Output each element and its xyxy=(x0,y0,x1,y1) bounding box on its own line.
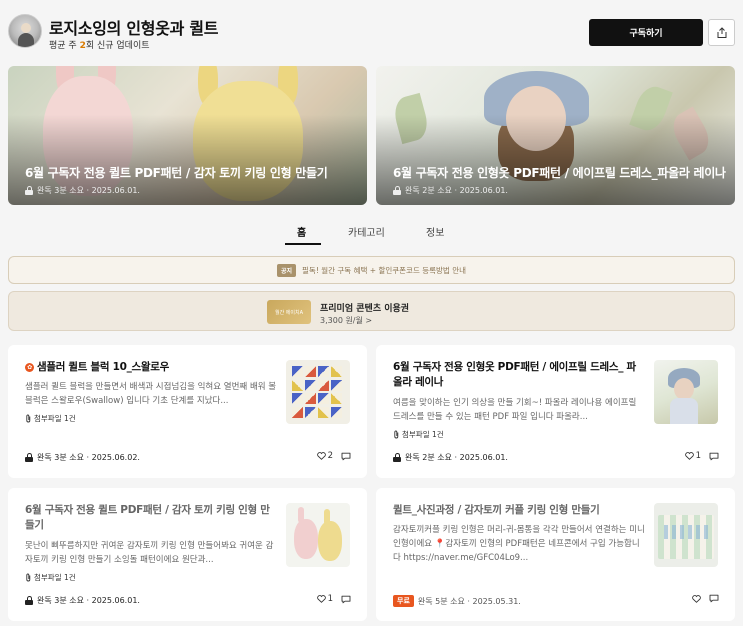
post-meta: 완독 3분 소요 · 2025.06.02. xyxy=(25,452,140,463)
share-button[interactable] xyxy=(708,19,735,46)
sampler-badge-icon: ✿ xyxy=(25,363,34,372)
banner-title: 6월 구독자 전용 인형옷 PDF패턴 / 에이프릴 드레스_파올라 레이나 xyxy=(393,166,726,180)
post-title: 6월 구독자 전용 인형옷 PDF패턴 / 에이프릴 드레스_ 파올라 레이나 xyxy=(393,361,636,388)
like-button[interactable]: 2 xyxy=(316,451,333,461)
like-count: 1 xyxy=(327,594,333,604)
post-card[interactable]: 6월 구독자 전용 인형옷 PDF패턴 / 에이프릴 드레스_ 파올라 레이나 … xyxy=(376,345,735,478)
lock-icon xyxy=(393,453,401,462)
post-card[interactable]: 6월 구독자 전용 퀼트 PDF패턴 / 감자 토끼 키링 인형 만들기 못난이… xyxy=(8,488,367,621)
notice-badge: 공지 xyxy=(276,263,297,277)
post-actions: 1 xyxy=(684,451,719,461)
banner-title: 6월 구독자 전용 퀼트 PDF패턴 / 감자 토끼 키링 인형 만들기 xyxy=(25,166,328,180)
post-actions xyxy=(692,594,719,603)
channel-title[interactable]: 로지소잉의 인형옷과 퀼트 xyxy=(49,15,218,39)
premium-pass[interactable]: 월간 에이치A 프리미엄 콘텐츠 이용권 3,300 원/월 > xyxy=(8,291,735,331)
post-title: 6월 구독자 전용 퀼트 PDF패턴 / 감자 토끼 키링 인형 만들기 xyxy=(25,504,270,531)
lock-icon xyxy=(25,453,33,462)
paperclip-icon xyxy=(25,573,32,582)
tab-info[interactable]: 정보 xyxy=(426,224,444,239)
heart-icon xyxy=(684,452,694,460)
post-title: ✿ 샘플러 퀼트 블럭 10_스왈로우 xyxy=(25,360,270,375)
heart-icon xyxy=(316,452,326,460)
active-tab-indicator xyxy=(285,243,321,245)
post-actions: 1 xyxy=(316,594,351,604)
like-count: 1 xyxy=(695,451,701,461)
post-meta: 완독 3분 소요 · 2025.06.01. xyxy=(25,595,140,606)
post-excerpt: 여름을 맞이하는 인기 의상을 만들 기회~! 파올라 레이나용 에이프릴 드레… xyxy=(393,398,637,422)
post-excerpt: 샘플러 퀼트 블럭을 만들면서 배색과 시접넘김을 익혀요 열번째 배워 볼 블… xyxy=(25,382,277,406)
post-meta: 무료 완독 5분 소요 · 2025.05.31. xyxy=(393,595,521,607)
update-prefix: 평균 주 xyxy=(49,41,80,51)
banner-meta: 완독 2분 소요 · 2025.06.01. xyxy=(393,185,508,196)
heart-icon[interactable] xyxy=(692,594,701,603)
lock-icon xyxy=(25,186,33,195)
update-suffix: 회 신규 업데이트 xyxy=(85,41,150,51)
bunny-couple-thumbnail xyxy=(654,503,718,567)
post-actions: 2 xyxy=(316,451,351,461)
quilt-block-thumbnail xyxy=(286,360,350,424)
post-card[interactable]: ✿ 샘플러 퀼트 블럭 10_스왈로우 샘플러 퀼트 블럭을 만들면서 배색과 시… xyxy=(8,345,367,478)
banner-meta: 완독 3분 소요 · 2025.06.01. xyxy=(25,185,140,196)
post-card[interactable]: 퀼트_사진과정 / 감자토끼 커플 키링 인형 만들기 감자토끼커플 키링 인형… xyxy=(376,488,735,621)
tab-home[interactable]: 홈 xyxy=(297,224,306,239)
subscribe-button[interactable]: 구독하기 xyxy=(589,19,703,46)
comment-icon[interactable] xyxy=(341,452,351,461)
channel-header: 로지소잉의 인형옷과 퀼트 평균 주 2회 신규 업데이트 구독하기 xyxy=(0,0,743,62)
featured-banner-2[interactable]: 6월 구독자 전용 인형옷 PDF패턴 / 에이프릴 드레스_파올라 레이나 완… xyxy=(376,66,735,205)
post-attachment: 첨부파일 1건 xyxy=(25,413,76,424)
tab-category[interactable]: 카테고리 xyxy=(348,224,385,239)
like-count: 2 xyxy=(327,451,333,461)
featured-banner-1[interactable]: 6월 구독자 전용 퀼트 PDF패턴 / 감자 토끼 키링 인형 만들기 완독 … xyxy=(8,66,367,205)
post-excerpt: 못난이 삐뚜름하지만 귀여운 감자토끼 키링 인형 만들어봐요 귀여운 감자토끼… xyxy=(25,541,274,565)
heart-icon xyxy=(316,595,326,603)
paperclip-icon xyxy=(393,430,400,439)
post-attachment: 첨부파일 1건 xyxy=(393,429,444,440)
post-meta: 완독 2분 소요 · 2025.06.01. xyxy=(393,452,508,463)
paperclip-icon xyxy=(25,414,32,423)
notice-bar[interactable]: 공지 필독! 월간 구독 혜택 + 할인쿠폰코드 등록방법 안내 xyxy=(8,256,735,284)
lock-icon xyxy=(393,186,401,195)
post-attachment: 첨부파일 1건 xyxy=(25,572,76,583)
premium-thumbnail: 월간 에이치A xyxy=(267,300,311,324)
doll-dress-thumbnail xyxy=(654,360,718,424)
channel-tabs: 홈 카테고리 정보 xyxy=(0,216,743,246)
share-icon xyxy=(716,26,728,39)
premium-price: 3,300 원/월 > xyxy=(320,316,373,325)
channel-avatar[interactable] xyxy=(8,14,42,48)
post-excerpt: 감자토끼커플 키링 인형은 머리-귀-몸통을 각각 만들어서 연결하는 미니인형… xyxy=(393,525,645,563)
post-title: 퀼트_사진과정 / 감자토끼 커플 키링 인형 만들기 xyxy=(393,504,600,516)
like-button[interactable]: 1 xyxy=(684,451,701,461)
notice-text: 필독! 월간 구독 혜택 + 할인쿠폰코드 등록방법 안내 xyxy=(302,265,467,275)
like-button[interactable]: 1 xyxy=(316,594,333,604)
free-badge: 무료 xyxy=(393,595,414,607)
comment-icon[interactable] xyxy=(709,452,719,461)
update-frequency: 평균 주 2회 신규 업데이트 xyxy=(49,38,150,51)
bunny-keyring-thumbnail xyxy=(286,503,350,567)
premium-title: 프리미엄 콘텐츠 이용권 xyxy=(320,304,410,314)
comment-icon[interactable] xyxy=(341,595,351,604)
lock-icon xyxy=(25,596,33,605)
comment-icon[interactable] xyxy=(709,594,719,603)
